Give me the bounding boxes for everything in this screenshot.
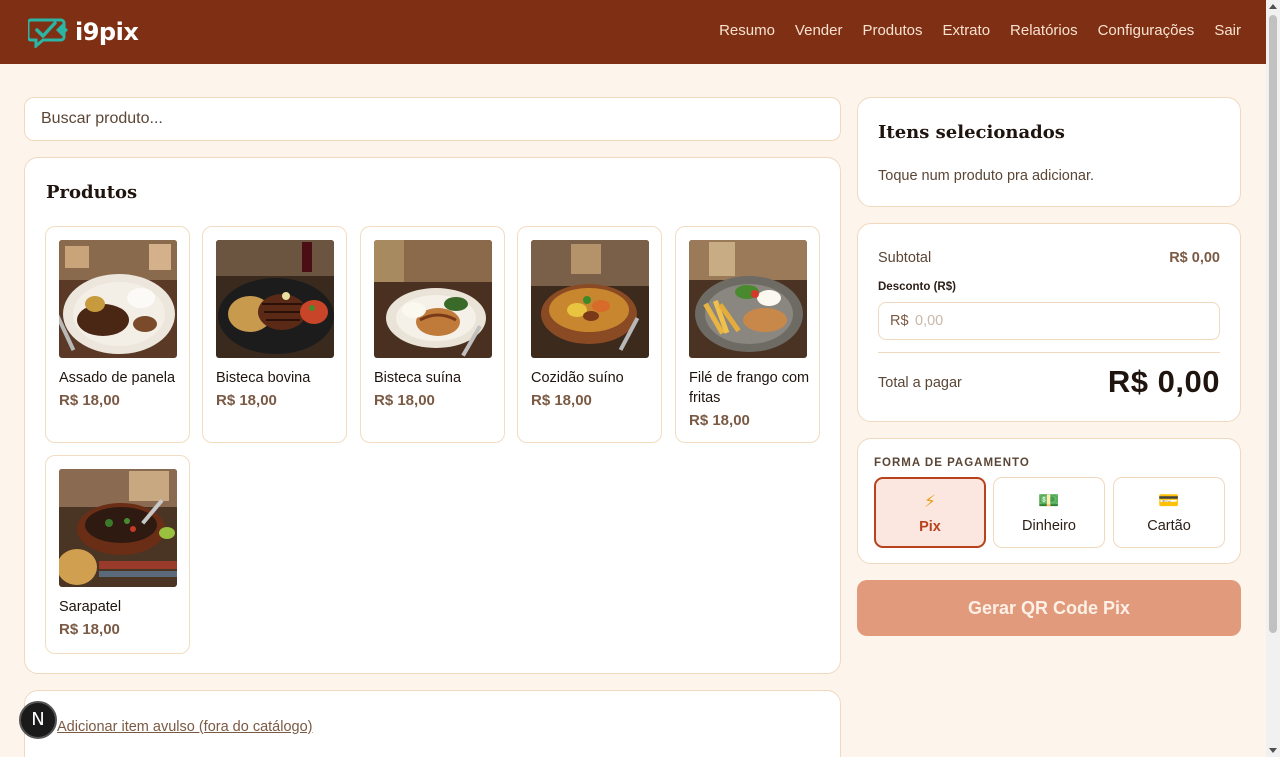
payment-option-dinheiro[interactable]: 💵 Dinheiro [993, 477, 1105, 548]
product-price: R$ 18,00 [216, 392, 277, 409]
generate-pix-qr-button[interactable]: Gerar QR Code Pix [857, 580, 1241, 636]
discount-currency-prefix: R$ [890, 313, 909, 329]
discount-label: Desconto (R$) [878, 281, 956, 293]
nav-vender[interactable]: Vender [795, 22, 843, 39]
product-name: Bisteca suína [374, 370, 462, 386]
payment-method-label: FORMA DE PAGAMENTO [874, 457, 1030, 469]
page-scrollbar[interactable] [1266, 0, 1280, 757]
product-price: R$ 18,00 [374, 392, 435, 409]
products-title: Produtos [46, 182, 138, 203]
payment-option-label: Pix [919, 519, 941, 535]
nav-configuracoes[interactable]: Configurações [1098, 22, 1195, 39]
selected-items-panel: Itens selecionados Toque num produto pra… [857, 97, 1241, 207]
nav-resumo[interactable]: Resumo [719, 22, 775, 39]
product-card-file-de-frango-com-fritas[interactable]: Filé de frango com fritas R$ 18,00 [675, 226, 820, 443]
dish-photo-icon [374, 240, 492, 358]
search-input[interactable] [24, 97, 841, 141]
subtotal-value: R$ 0,00 [1169, 250, 1220, 266]
empty-cart-hint: Toque num produto pra adicionar. [878, 168, 1095, 184]
subtotal-label: Subtotal [878, 250, 932, 266]
product-name: Cozidão suíno [531, 370, 624, 386]
payment-option-label: Cartão [1147, 518, 1191, 534]
dish-photo-icon [216, 240, 334, 358]
cash-icon: 💵 [1038, 491, 1060, 510]
scroll-thumb[interactable] [1269, 15, 1277, 633]
lightning-icon: ⚡ [924, 492, 936, 511]
payment-option-pix[interactable]: ⚡ Pix [874, 477, 986, 548]
discount-field[interactable]: R$ [878, 302, 1220, 340]
product-card-assado-de-panela[interactable]: Assado de panela R$ 18,00 [45, 226, 190, 443]
total-label: Total a pagar [878, 375, 962, 391]
payment-option-label: Dinheiro [1022, 518, 1076, 534]
total-value: R$ 0,00 [1107, 364, 1220, 399]
product-name: Bisteca bovina [216, 370, 311, 386]
scroll-up-icon[interactable] [1269, 4, 1277, 9]
payment-method-panel: FORMA DE PAGAMENTO ⚡ Pix 💵 Dinheiro 💳 Ca… [857, 438, 1241, 564]
nav-extrato[interactable]: Extrato [943, 22, 991, 39]
product-name: Filé de frango com fritas [689, 370, 810, 406]
product-card-cozidao-suino[interactable]: Cozidão suíno R$ 18,00 [517, 226, 662, 443]
add-custom-item-link[interactable]: Adicionar item avulso (fora do catálogo) [57, 719, 313, 735]
dish-photo-icon [59, 469, 177, 587]
product-card-bisteca-suina[interactable]: Bisteca suína R$ 18,00 [360, 226, 505, 443]
logo-icon [28, 18, 68, 48]
nav-produtos[interactable]: Produtos [862, 22, 922, 39]
nav-sair[interactable]: Sair [1214, 22, 1241, 39]
credit-card-icon: 💳 [1158, 491, 1180, 510]
product-name: Assado de panela [59, 370, 176, 386]
brand-name: i9pix [75, 18, 139, 46]
dish-photo-icon [689, 240, 807, 358]
selected-items-title: Itens selecionados [878, 122, 1065, 143]
products-panel: Produtos Assado de panela R$ 18,00 Biste… [24, 157, 841, 674]
product-price: R$ 18,00 [59, 621, 120, 638]
avulso-panel: Adicionar item avulso (fora do catálogo) [24, 690, 841, 757]
logo[interactable]: i9pix [28, 16, 139, 48]
payment-option-cartao[interactable]: 💳 Cartão [1113, 477, 1225, 548]
nav-relatorios[interactable]: Relatórios [1010, 22, 1078, 39]
product-card-sarapatel[interactable]: Sarapatel R$ 18,00 [45, 455, 190, 654]
product-price: R$ 18,00 [689, 412, 750, 429]
totals-divider [878, 352, 1220, 353]
dish-photo-icon [59, 240, 177, 358]
discount-input[interactable] [915, 305, 1205, 337]
product-card-bisteca-bovina[interactable]: Bisteca bovina R$ 18,00 [202, 226, 347, 443]
product-price: R$ 18,00 [531, 392, 592, 409]
scroll-down-icon[interactable] [1269, 748, 1277, 753]
dish-photo-icon [531, 240, 649, 358]
dev-tools-badge[interactable]: N [19, 701, 57, 739]
top-bar: i9pix Resumo Vender Produtos Extrato Rel… [0, 0, 1266, 64]
totals-panel: Subtotal R$ 0,00 Desconto (R$) R$ Total … [857, 223, 1241, 422]
product-name: Sarapatel [59, 599, 122, 615]
main-nav: Resumo Vender Produtos Extrato Relatório… [719, 22, 1241, 39]
product-price: R$ 18,00 [59, 392, 120, 409]
